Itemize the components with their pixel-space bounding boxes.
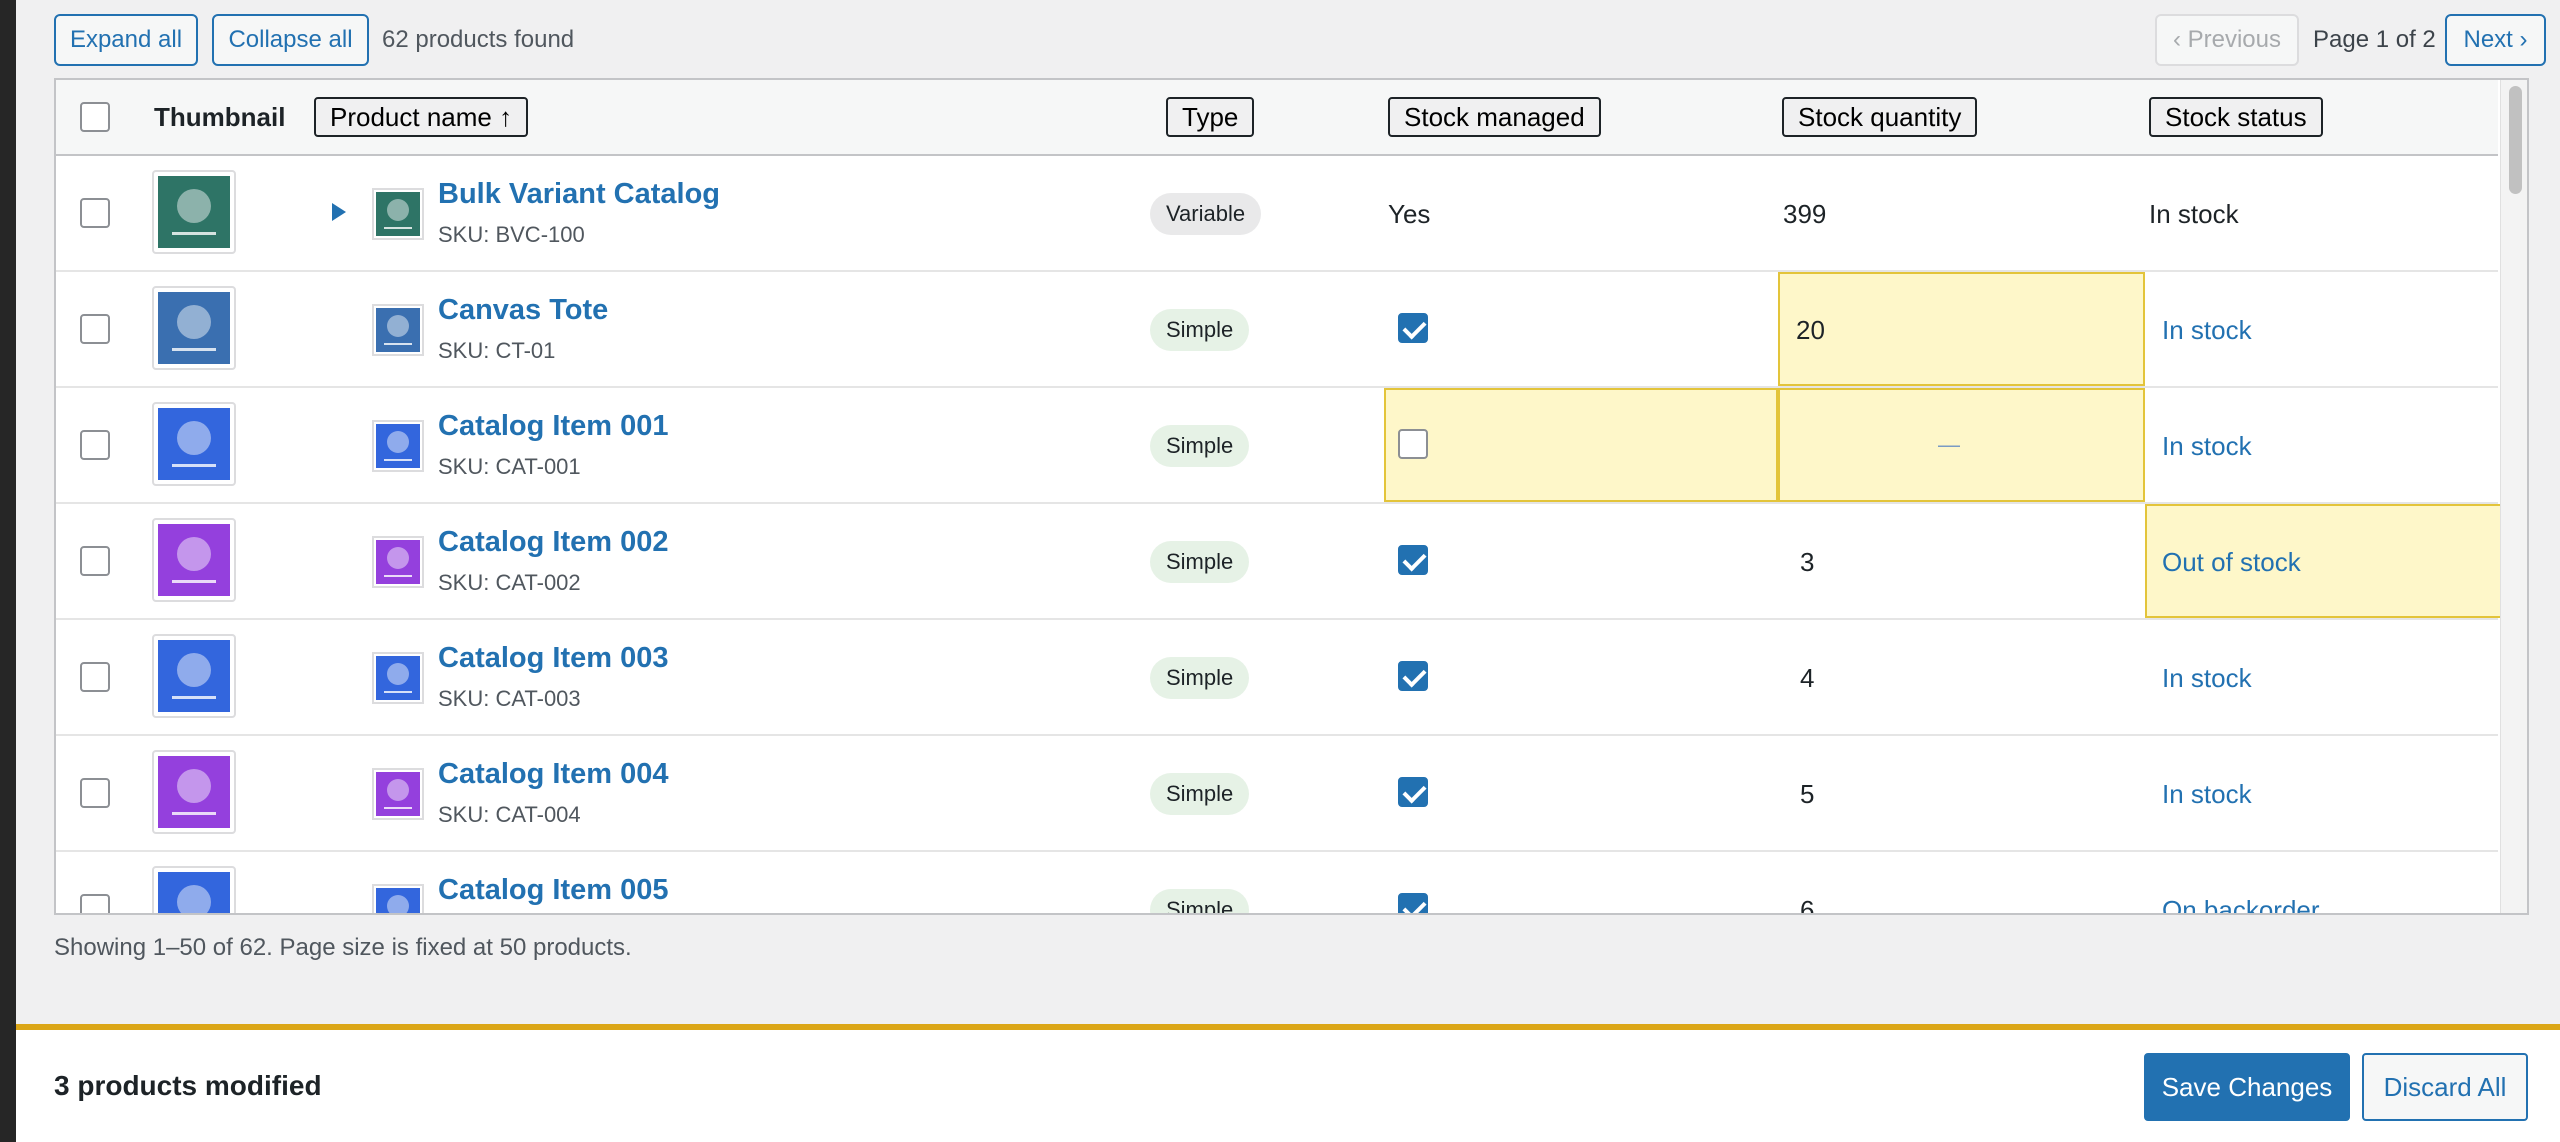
row-checkbox[interactable]	[80, 894, 110, 913]
stock-managed-checkbox[interactable]	[1398, 313, 1428, 343]
product-name-link[interactable]: Catalog Item 004	[438, 758, 668, 791]
row-checkbox[interactable]	[80, 430, 110, 460]
table-scrollbar[interactable]	[2500, 80, 2527, 913]
product-sku: SKU: CAT-002	[438, 570, 581, 595]
product-type-badge: Simple	[1150, 773, 1250, 815]
stock-managed-checkbox[interactable]	[1398, 661, 1428, 691]
product-mini-image	[372, 420, 424, 472]
product-sku: SKU: CAT-003	[438, 686, 581, 711]
stock-status-select[interactable]: On backorder	[2162, 895, 2320, 913]
product-name-link[interactable]: Catalog Item 003	[438, 642, 668, 675]
stock-status-select[interactable]: In stock	[2162, 431, 2252, 462]
app-window: Expand all Collapse all 62 products foun…	[16, 0, 2560, 1142]
table-toolbar: Expand all Collapse all 62 products foun…	[54, 14, 2546, 66]
sort-product-name-button[interactable]: Product name ↑	[314, 97, 529, 137]
stock-status-value: In stock	[2149, 199, 2239, 229]
expand-triangle-icon[interactable]	[332, 203, 346, 221]
product-name-link[interactable]: Catalog Item 002	[438, 526, 668, 559]
stock-managed-checkbox[interactable]	[1398, 545, 1428, 575]
product-type-badge: Simple	[1150, 309, 1250, 351]
changes-footer: 3 products modified Save Changes Discard…	[16, 1024, 2560, 1142]
modified-cell-highlight	[1778, 272, 2145, 386]
product-type-badge: Simple	[1150, 425, 1250, 467]
table-row: Catalog Item 003 SKU: CAT-003 Simple 4 In st…	[56, 620, 2498, 736]
table-header: Thumbnail Product name ↑ Type Stock mana…	[56, 80, 2498, 156]
product-type-badge: Variable	[1150, 193, 1262, 235]
product-sku: SKU: CT-01	[438, 338, 556, 363]
modified-cell-highlight	[1384, 388, 1778, 502]
table-row: Bulk Variant Catalog SKU: BVC-100 Variable…	[56, 156, 2498, 272]
stock-quantity-input[interactable]: 5	[1800, 779, 1814, 810]
row-checkbox[interactable]	[80, 778, 110, 808]
product-thumbnail	[152, 866, 236, 913]
product-mini-image	[372, 188, 424, 240]
sort-type-button[interactable]: Type	[1166, 97, 1255, 137]
scrollbar-thumb[interactable]	[2509, 86, 2522, 194]
collapse-all-button[interactable]: Collapse all	[212, 14, 369, 66]
stock-quantity-empty[interactable]: —	[1938, 432, 1960, 458]
product-name-link[interactable]: Catalog Item 005	[438, 874, 668, 907]
product-mini-image	[372, 884, 424, 913]
product-thumbnail	[152, 634, 236, 718]
product-thumbnail	[152, 402, 236, 486]
product-mini-image	[372, 652, 424, 704]
sort-stock-quantity-button[interactable]: Stock quantity	[1782, 97, 1978, 137]
product-type-badge: Simple	[1150, 889, 1250, 913]
table-row: Catalog Item 001 SKU: CAT-001 Simple — In st…	[56, 388, 2498, 504]
product-thumbnail	[152, 518, 236, 602]
stock-managed-checkbox[interactable]	[1398, 777, 1428, 807]
product-thumbnail	[152, 286, 236, 370]
stock-status-select[interactable]: In stock	[2162, 663, 2252, 694]
page-indicator: Page 1 of 2	[2313, 26, 2436, 53]
sort-stock-status-button[interactable]: Stock status	[2149, 97, 2323, 137]
stock-quantity-value: 399	[1783, 199, 1827, 229]
products-table: Thumbnail Product name ↑ Type Stock mana…	[54, 78, 2529, 915]
product-type-badge: Simple	[1150, 657, 1250, 699]
stock-quantity-input[interactable]: 3	[1800, 547, 1814, 578]
table-row: Catalog Item 005 Simple 6 On backorder	[56, 852, 2498, 913]
product-type-badge: Simple	[1150, 541, 1250, 583]
product-sku: SKU: CAT-001	[438, 454, 581, 479]
table-row: Canvas Tote SKU: CT-01 Simple 20 In stock	[56, 272, 2498, 388]
row-checkbox[interactable]	[80, 662, 110, 692]
product-name-link[interactable]: Bulk Variant Catalog	[438, 178, 720, 211]
product-sku: SKU: BVC-100	[438, 222, 585, 247]
select-all-checkbox[interactable]	[80, 102, 110, 132]
expand-all-button[interactable]: Expand all	[54, 14, 198, 66]
stock-managed-checkbox[interactable]	[1398, 893, 1428, 913]
product-name-link[interactable]: Catalog Item 001	[438, 410, 668, 443]
sort-stock-managed-button[interactable]: Stock managed	[1388, 97, 1601, 137]
row-checkbox[interactable]	[80, 314, 110, 344]
stock-managed-checkbox[interactable]	[1398, 429, 1428, 459]
product-mini-image	[372, 304, 424, 356]
row-checkbox[interactable]	[80, 198, 110, 228]
stock-quantity-input[interactable]: 20	[1796, 315, 1825, 346]
discard-all-button[interactable]: Discard All	[2362, 1053, 2528, 1121]
modified-cell-highlight	[1778, 388, 2145, 502]
stock-status-select[interactable]: Out of stock	[2162, 547, 2301, 578]
previous-page-button[interactable]: ‹ Previous	[2155, 14, 2299, 66]
product-mini-image	[372, 768, 424, 820]
stock-quantity-input[interactable]: 4	[1800, 663, 1814, 694]
product-sku: SKU: CAT-004	[438, 802, 581, 827]
row-checkbox[interactable]	[80, 546, 110, 576]
product-thumbnail	[152, 170, 236, 254]
stock-managed-value: Yes	[1388, 199, 1431, 229]
products-found-count: 62 products found	[382, 26, 575, 53]
next-page-button[interactable]: Next ›	[2445, 14, 2546, 66]
stock-quantity-input[interactable]: 6	[1800, 895, 1814, 913]
pagination-summary: Showing 1–50 of 62. Page size is fixed a…	[54, 934, 632, 961]
column-thumbnail: Thumbnail	[154, 102, 286, 132]
stock-status-select[interactable]: In stock	[2162, 779, 2252, 810]
table-row: Catalog Item 002 SKU: CAT-002 Simple 3 Out o…	[56, 504, 2512, 620]
table-row: Catalog Item 004 SKU: CAT-004 Simple 5 In st…	[56, 736, 2498, 852]
product-thumbnail	[152, 750, 236, 834]
modified-count: 3 products modified	[54, 1070, 322, 1101]
product-mini-image	[372, 536, 424, 588]
stock-status-select[interactable]: In stock	[2162, 315, 2252, 346]
save-changes-button[interactable]: Save Changes	[2144, 1053, 2350, 1121]
product-name-link[interactable]: Canvas Tote	[438, 294, 608, 327]
